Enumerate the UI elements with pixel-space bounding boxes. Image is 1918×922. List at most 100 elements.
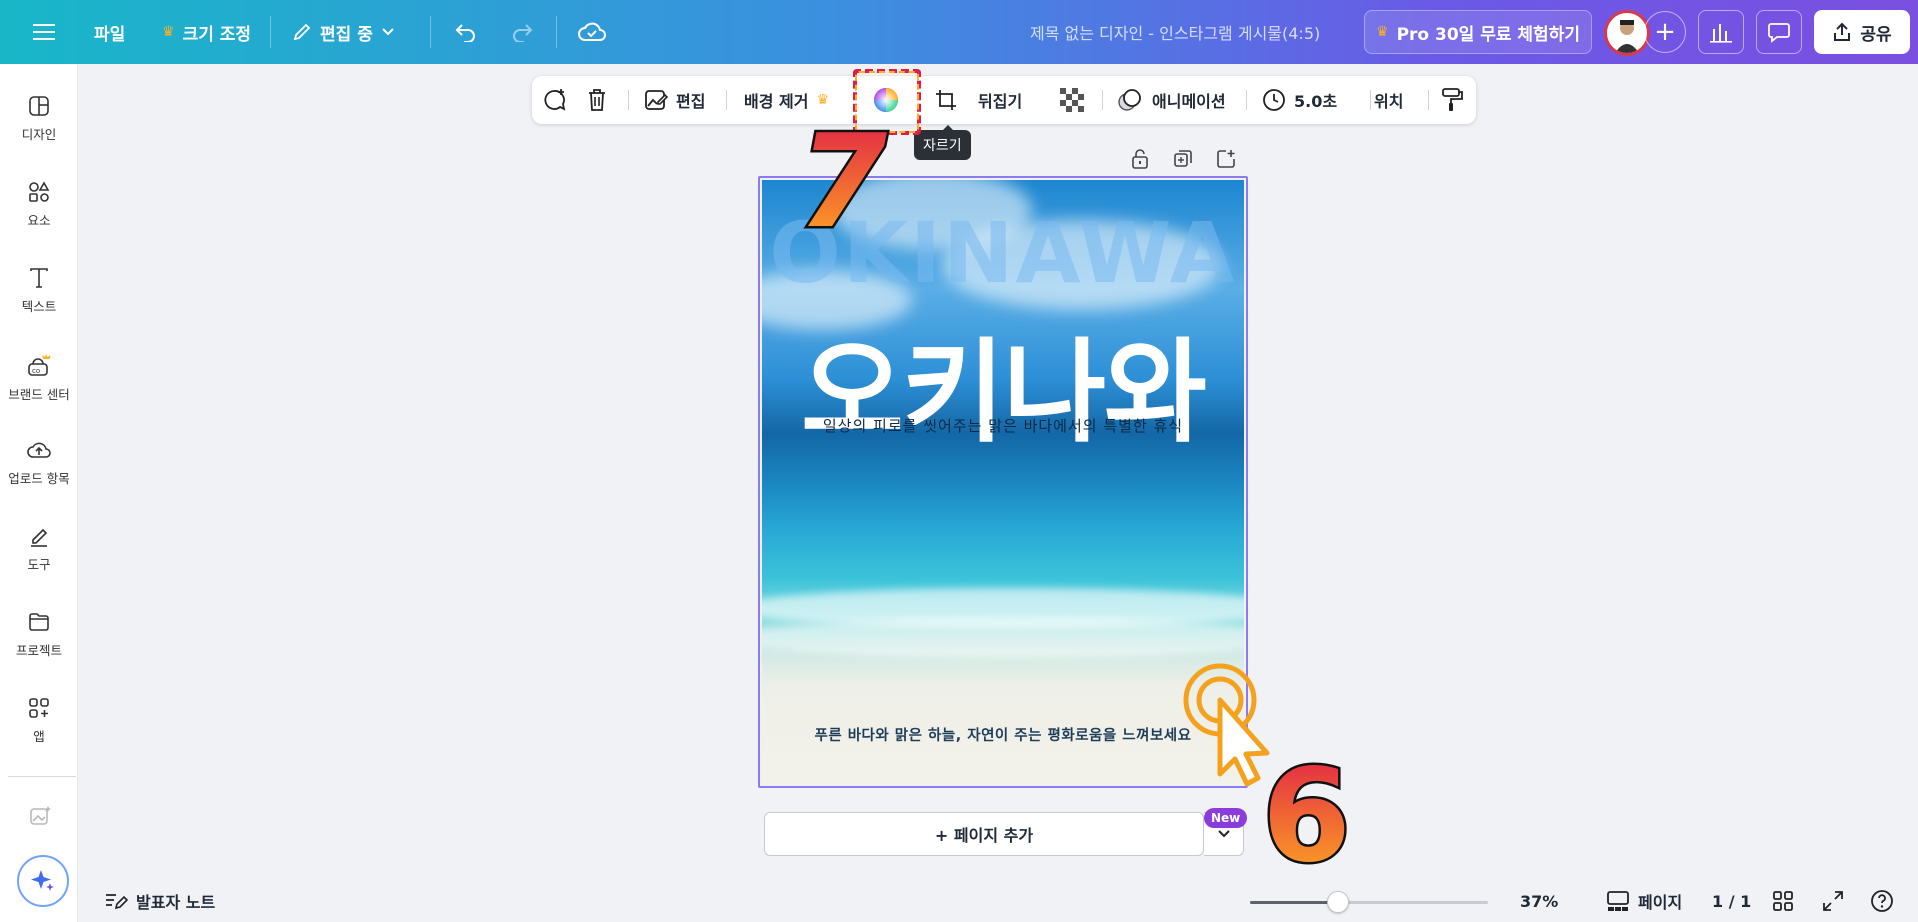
toolbar-divider: [1370, 90, 1371, 110]
pencil-icon: [293, 23, 311, 41]
editing-mode-button[interactable]: 편집 중: [280, 12, 407, 52]
crop-button[interactable]: [934, 76, 958, 124]
animate-button[interactable]: 애니메이션: [1118, 76, 1226, 124]
zoom-slider[interactable]: [1250, 901, 1488, 904]
hamburger-icon: [33, 24, 55, 40]
crop-tooltip: 자르기: [914, 125, 971, 160]
edit-image-label: 편집: [676, 92, 706, 111]
flip-label: 뒤집기: [978, 92, 1023, 111]
add-collaborator-button[interactable]: +: [1644, 11, 1686, 53]
comment-plus-icon: [544, 89, 566, 111]
position-button[interactable]: 위치: [1374, 76, 1403, 124]
add-page-label: + 페이지 추가: [934, 826, 1034, 845]
duplicate-icon: [1174, 150, 1192, 167]
comments-button[interactable]: [1756, 10, 1802, 54]
file-menu-button[interactable]: 파일: [82, 12, 137, 52]
sidebar-item-uploads[interactable]: 업로드 항목: [0, 438, 78, 487]
duplicate-page-button[interactable]: [1170, 146, 1196, 172]
add-comment-button[interactable]: [542, 76, 568, 124]
sidebar-item-label: 프로젝트: [15, 643, 62, 658]
shapes-icon: [29, 181, 50, 202]
resize-button[interactable]: ♛ 크기 조정: [150, 12, 263, 52]
top-header: 파일 ♛ 크기 조정 편집 중 제목 없는 디자인 - 인스타그램 게시물(4:…: [0, 0, 1918, 64]
sparkle-icon: [31, 870, 54, 891]
redo-icon: [513, 24, 533, 42]
crown-icon: ♛: [162, 24, 175, 40]
share-upload-icon: [1834, 22, 1851, 41]
upload-cloud-icon: [27, 442, 51, 458]
grid-view-button[interactable]: [1772, 880, 1794, 922]
zoom-percentage[interactable]: 37%: [1520, 880, 1558, 922]
page-counter-label: 1 / 1: [1712, 891, 1752, 911]
sidebar-item-label: 텍스트: [21, 299, 57, 314]
sidebar-item-label: 도구: [27, 557, 51, 572]
sidebar-item-text[interactable]: 텍스트: [0, 266, 78, 315]
sidebar-item-label: 디자인: [21, 127, 57, 142]
toolbar-divider: [726, 90, 727, 110]
svg-text:co: co: [32, 367, 40, 375]
undo-button[interactable]: [448, 16, 484, 48]
sidebar-item-magic-media[interactable]: [28, 804, 52, 828]
bar-chart-icon: [1710, 24, 1732, 43]
sidebar-item-design[interactable]: 디자인: [0, 94, 78, 143]
document-title[interactable]: 제목 없는 디자인 - 인스타그램 게시물(4:5): [1030, 20, 1320, 44]
notes-pencil-icon: [106, 894, 128, 910]
zoom-slider-handle[interactable]: [1327, 891, 1350, 913]
chevron-down-icon: [382, 28, 394, 36]
text-icon: [30, 268, 48, 288]
crown-icon: ♛: [816, 92, 830, 108]
image-sparkle-icon: [30, 806, 51, 825]
presenter-notes-button[interactable]: 발표자 노트: [104, 880, 215, 922]
editing-mode-label: 편집 중: [320, 24, 373, 45]
transparency-button[interactable]: [1060, 76, 1084, 124]
redo-button[interactable]: [504, 16, 540, 48]
add-page-icon: [1217, 150, 1235, 168]
sidebar-item-brand-center[interactable]: co 브랜드 센터: [0, 352, 78, 403]
grid-icon: [1773, 891, 1793, 911]
share-label: 공유: [1860, 24, 1892, 45]
cloud-save-status[interactable]: [574, 16, 610, 48]
sidebar-item-apps[interactable]: 앱: [0, 696, 78, 745]
selection-frame: [758, 176, 1248, 788]
cloud-check-icon: [578, 22, 606, 41]
help-button[interactable]: [1870, 880, 1894, 922]
position-label: 위치: [1374, 92, 1404, 111]
insights-button[interactable]: [1698, 10, 1744, 54]
help-icon: [1871, 890, 1893, 912]
copy-style-button[interactable]: [1440, 76, 1464, 124]
sidebar-divider: [8, 776, 76, 777]
sidebar-item-projects[interactable]: 프로젝트: [0, 610, 78, 659]
sidebar-item-tools[interactable]: 도구: [0, 524, 78, 573]
magic-assistant-button[interactable]: [17, 855, 69, 907]
element-toolbar: 편집 배경 제거 ♛ 뒤집기 애니메이션 5.0초 위치: [532, 76, 1476, 124]
draw-tool-icon: [31, 528, 48, 547]
flip-button[interactable]: 뒤집기: [978, 76, 1022, 124]
pro-trial-button[interactable]: ♛ Pro 30일 무료 체험하기: [1364, 10, 1592, 54]
delete-button[interactable]: [586, 76, 608, 124]
timing-button[interactable]: 5.0초: [1262, 76, 1337, 124]
add-page-mini-button[interactable]: [1213, 146, 1239, 172]
add-page-button[interactable]: + 페이지 추가: [764, 812, 1204, 856]
trash-icon: [589, 89, 605, 111]
header-divider: [430, 16, 431, 48]
expand-icon: [1823, 891, 1843, 911]
layout-icon: [29, 96, 49, 116]
header-divider: [270, 16, 271, 48]
pro-trial-label: Pro 30일 무료 체험하기: [1396, 24, 1580, 45]
page-counter: 1 / 1: [1712, 880, 1751, 922]
share-button[interactable]: 공유: [1814, 10, 1910, 54]
sidebar-item-elements[interactable]: 요소: [0, 180, 78, 229]
lock-icon: [1132, 149, 1148, 169]
toolbar-divider: [1102, 90, 1103, 110]
toolbar-divider: [1428, 90, 1429, 110]
edit-image-button[interactable]: 편집: [644, 76, 705, 124]
sidebar-item-label: 브랜드 센터: [8, 387, 70, 402]
chevron-down-icon: [1217, 830, 1230, 838]
fullscreen-button[interactable]: [1822, 880, 1844, 922]
page-view-button[interactable]: 페이지: [1606, 880, 1682, 922]
resize-label: 크기 조정: [182, 24, 252, 45]
lock-page-button[interactable]: [1127, 146, 1153, 172]
menu-button[interactable]: [24, 12, 64, 52]
animate-label: 애니메이션: [1152, 92, 1226, 111]
undo-icon: [455, 24, 475, 42]
